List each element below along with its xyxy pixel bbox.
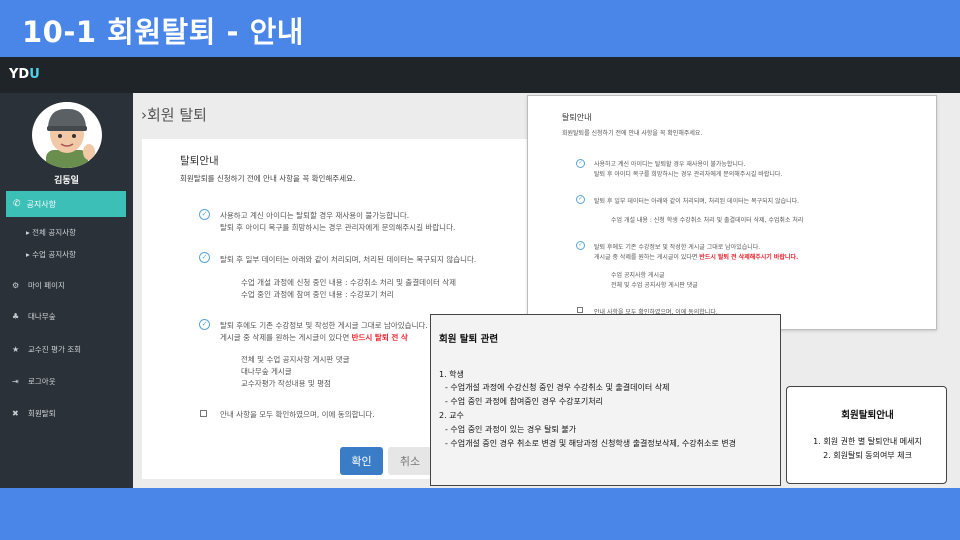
sidebar-item-label: 대나무숲 [28,312,56,321]
tree-icon: ♣ [12,312,20,321]
logout-icon: ⇥ [12,377,19,386]
post-item-3: 교수자평가 작성내용 및 평점 [241,379,331,388]
check-circle-icon: ✓ [199,209,210,220]
cancel-button[interactable]: 취소 [388,447,432,475]
note-line: 1. 학생 [439,370,464,379]
note-line: 2. 교수 [439,411,464,420]
logo-main-text: YD [9,67,30,82]
check-circle-icon: ✓ [576,195,585,204]
notice-2-line-1: 탈퇴 후 일부 데이터는 아래와 같이 처리되며, 처리된 데이터는 복구되지 … [220,255,477,264]
note-line: - 수업개설 중인 경우 취소로 변경 및 해당과정 신청학생 출결정보삭제, … [445,439,736,448]
sidebar-item-label: 마이 페이지 [28,281,65,290]
notice-3-prefix: 게시글 중 삭제를 원하는 게시글이 있다면 [220,333,352,342]
agree-checkbox[interactable] [200,410,207,417]
sidebar-item-label: 공지사항 [26,199,56,209]
sidebar-item-mypage[interactable]: ⚙ 마이 페이지 [12,280,65,291]
notice-3-line-2: 게시글 중 삭제를 원하는 게시글이 있다면 반드시 탈퇴 전 삭제해주시기 바… [594,252,798,261]
gears-icon: ⚙ [12,281,20,290]
sidebar-item-withdraw[interactable]: ✖ 회원탈퇴 [12,408,56,419]
slide-footer-band [0,488,960,540]
sidebar-item-bamboo[interactable]: ♣ 대나무숲 [12,311,56,322]
megaphone-icon: ✆ [13,199,21,209]
note-line: - 수업개설 과정에 수강신청 중인 경우 수강취소 및 출결데이터 삭제 [445,383,670,392]
notice-3-line-1: 탈퇴 후에도 기존 수강정보 및 작성한 게시글 그대로 남아있습니다. [594,244,761,251]
close-icon: ✖ [12,409,19,418]
notice-3-line-2: 게시글 중 삭제를 원하는 게시글이 있다면 반드시 탈퇴 전 삭 [220,332,408,343]
post-item-2: 대나무숲 게시글 [241,367,292,376]
sidebar-item-label: 교수진 평가 조회 [28,345,82,354]
sidebar: 김동일 ✆ 공지사항 ▸ 전체 공지사항 ▸ 수업 공지사항 ⚙ 마이 페이지 ♣… [0,93,133,488]
notice-1-line-1: 사용하고 계신 아이디는 탈퇴할 경우 재사용이 불가능합니다. [594,161,746,168]
data-item-2: 수업 중인 과정에 참여 중인 내용 : 수강포기 처리 [241,290,394,299]
logo-accent-text: U [29,67,40,82]
note-line: - 수업 중인 과정이 있는 경우 탈퇴 불가 [445,425,577,434]
page-title: ›회원 탈퇴 [141,106,207,124]
agree-label: 안내 사항을 모두 확인하였으며, 이에 동의합니다. [220,410,375,419]
withdrawal-rules-note: 회원 탈퇴 관련 1. 학생 - 수업개설 과정에 수강신청 중인 경우 수강취… [430,314,781,486]
post-item-1: 전체 및 수업 공지사항 게시판 댓글 [241,355,350,364]
sidebar-subitem-class-notices[interactable]: ▸ 수업 공지사항 [26,249,76,260]
card-heading: 탈퇴안내 [180,155,219,167]
note-line: 1. 회원 권한 별 탈퇴안내 메세지 [813,437,922,446]
post-item-1: 수업 공지사항 게시글 [611,272,665,279]
professor-withdrawal-screenshot: 탈퇴안내 회원탈퇴를 신청하기 전에 안내 사항을 꼭 확인해주세요. ✓ 사용… [527,95,937,330]
note-line: 2. 회원탈퇴 동의여부 체크 [823,451,912,460]
notice-2-line-1: 탈퇴 후 일부 데이터는 아래와 같이 처리되며, 처리된 데이터는 복구되지 … [594,198,800,205]
post-item-2: 전체 및 수업 공지사항 게시판 댓글 [611,282,698,289]
user-name: 김동일 [54,176,79,186]
notice-3-prefix: 게시글 중 삭제를 원하는 게시글이 있다면 [594,254,700,261]
check-circle-icon: ✓ [199,319,210,330]
notice-3-emphasis: 반드시 탈퇴 전 삭제해주시기 바랍니다. [699,254,799,261]
sidebar-subitem-label: 전체 공지사항 [32,228,76,237]
slide-title: 10-1 회원탈퇴 - 안내 [22,15,304,49]
notice-1-line-2: 탈퇴 후 아이디 복구를 희망하시는 경우 관리자에게 문의해주시길 바랍니다. [594,171,783,178]
note-title: 회원 탈퇴 관련 [439,334,499,345]
notice-1-line-1: 사용하고 계신 아이디는 탈퇴할 경우 재사용이 불가능합니다. [220,211,410,220]
app-top-bar: YDU [0,57,960,93]
card-intro: 회원탈퇴를 신청하기 전에 안내 사항을 꼭 확인해주세요. [562,130,703,137]
check-circle-icon: ✓ [576,159,585,168]
avatar[interactable] [32,102,102,168]
app-logo[interactable]: YDU [9,67,40,82]
sidebar-item-label: 로그아웃 [28,377,56,386]
data-item-1: 수업 개설 과정에 신청 중인 내용 : 수강취소 처리 및 출결데이터 삭제 [241,278,457,287]
notice-1-line-2: 탈퇴 후 아이디 복구를 희망하시는 경우 관리자에게 문의해주시길 바랍니다. [220,223,456,232]
sidebar-item-evaluation[interactable]: ★ 교수진 평가 조회 [12,344,81,355]
confirm-button[interactable]: 확인 [340,447,383,475]
check-circle-icon: ✓ [199,252,210,263]
notice-3-emphasis: 반드시 탈퇴 전 삭 [351,333,408,342]
sidebar-item-notices[interactable]: ✆ 공지사항 [6,191,126,217]
user-avatar-icon [34,102,100,168]
sidebar-item-logout[interactable]: ⇥ 로그아웃 [12,376,56,387]
sidebar-item-label: 회원탈퇴 [28,409,56,418]
note-title: 회원탈퇴안내 [841,410,894,421]
card-heading: 탈퇴안내 [562,113,592,122]
star-icon: ★ [12,345,20,354]
note-line: - 수업 중인 과정에 참여중인 경우 수강포기처리 [445,397,603,406]
agree-checkbox[interactable] [577,307,583,313]
withdrawal-guide-note: 회원탈퇴안내 1. 회원 권한 별 탈퇴안내 메세지 2. 회원탈퇴 동의여부 … [786,386,947,484]
sidebar-subitem-all-notices[interactable]: ▸ 전체 공지사항 [26,227,76,238]
check-circle-icon: ✓ [576,241,585,250]
notice-3-line-1: 탈퇴 후에도 기존 수강정보 및 작성한 게시글 그대로 남아있습니다. [220,321,428,330]
data-item-1: 수업 개설 내용 : 신청 학생 수강취소 처리 및 출결데이터 삭제, 수업취… [611,217,804,224]
card-intro: 회원탈퇴를 신청하기 전에 안내 사항을 꼭 확인해주세요. [180,174,356,183]
sidebar-subitem-label: 수업 공지사항 [32,250,76,259]
